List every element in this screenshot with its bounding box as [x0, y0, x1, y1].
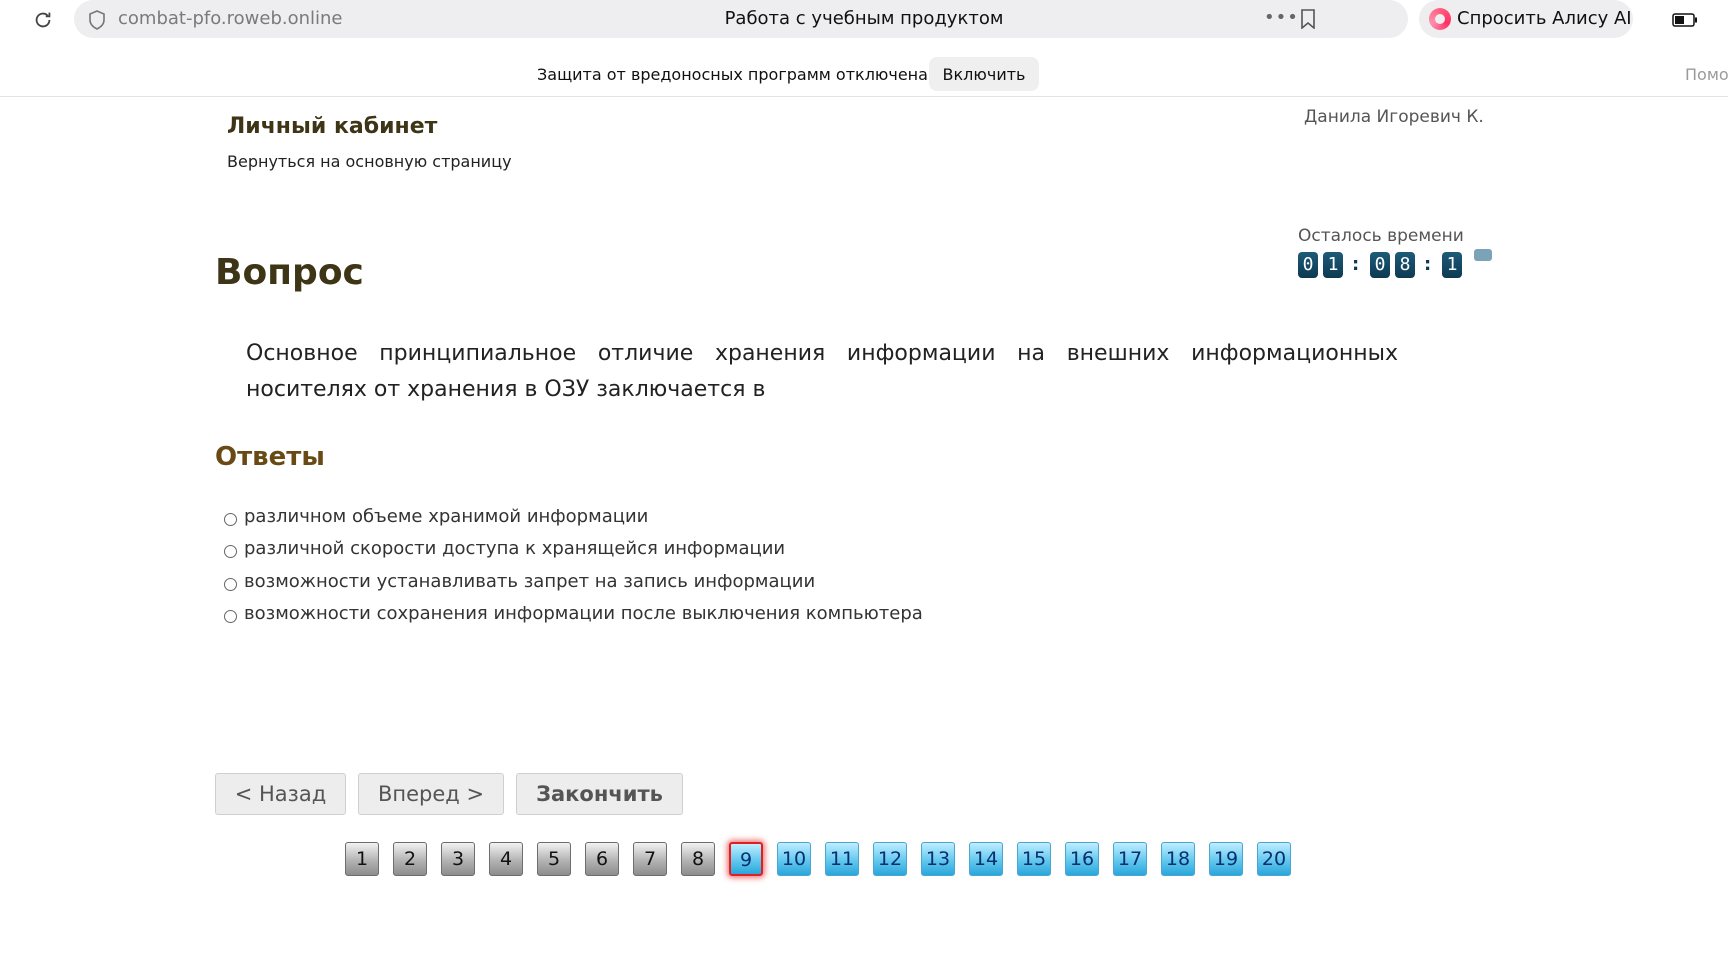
- question-text: Основное принципиальное отличие хранения…: [246, 341, 1398, 402]
- answer-label[interactable]: возможности устанавливать запрет на запи…: [244, 571, 815, 592]
- timer-digit: 0: [1370, 252, 1390, 278]
- account-title: Личный кабинет: [227, 114, 438, 139]
- timer-label: Осталось времени: [1298, 226, 1464, 246]
- security-notice-bar: Защита от вредоносных программ отключена…: [0, 52, 1728, 97]
- finish-button[interactable]: Закончить: [516, 773, 683, 815]
- page-button[interactable]: 7: [633, 842, 667, 876]
- page-button[interactable]: 6: [585, 842, 619, 876]
- notice-text: Защита от вредоносных программ отключена: [537, 65, 928, 84]
- page-button[interactable]: 20: [1257, 842, 1291, 876]
- ask-alice-button[interactable]: Спросить Алису AI: [1419, 0, 1633, 38]
- page-button[interactable]: 10: [777, 842, 811, 876]
- answer-label[interactable]: возможности сохранения информации после …: [244, 603, 923, 624]
- battery-icon: [1672, 12, 1698, 31]
- page-button[interactable]: 16: [1065, 842, 1099, 876]
- page-button[interactable]: 3: [441, 842, 475, 876]
- answer-label[interactable]: различном объеме хранимой информации: [244, 506, 648, 527]
- timer-digit: 8: [1395, 252, 1415, 278]
- question-heading: Вопрос: [215, 252, 364, 293]
- user-name: Данила Игоревич К.: [1304, 107, 1484, 127]
- more-icon[interactable]: •••: [1264, 7, 1299, 28]
- page-button-current[interactable]: 9: [729, 842, 763, 876]
- timer-digit: 1: [1442, 252, 1462, 278]
- enable-protection-button[interactable]: Включить: [929, 57, 1039, 91]
- page-button[interactable]: 17: [1113, 842, 1147, 876]
- timer-separator: :: [1424, 254, 1432, 275]
- timer-digit-rolling: [1474, 249, 1492, 261]
- page-button[interactable]: 12: [873, 842, 907, 876]
- page-button[interactable]: 15: [1017, 842, 1051, 876]
- help-link[interactable]: Помощь: [1685, 65, 1728, 84]
- bookmark-icon[interactable]: [1300, 9, 1316, 33]
- back-to-main-link[interactable]: Вернуться на основную страницу: [227, 152, 512, 171]
- answer-label[interactable]: различной скорости доступа к хранящейся …: [244, 538, 785, 559]
- page-button[interactable]: 14: [969, 842, 1003, 876]
- page-button[interactable]: 4: [489, 842, 523, 876]
- timer-separator: :: [1352, 254, 1360, 275]
- radio-button[interactable]: [224, 578, 237, 591]
- radio-button[interactable]: [224, 545, 237, 558]
- radio-button[interactable]: [224, 513, 237, 526]
- next-button[interactable]: Вперед >: [358, 773, 504, 815]
- ask-alice-label: Спросить Алису AI: [1457, 8, 1632, 29]
- radio-button[interactable]: [224, 610, 237, 623]
- page-button[interactable]: 8: [681, 842, 715, 876]
- page-button[interactable]: 13: [921, 842, 955, 876]
- back-button[interactable]: < Назад: [215, 773, 346, 815]
- page-button[interactable]: 5: [537, 842, 571, 876]
- browser-toolbar: combat-pfo.roweb.online Работа с учебным…: [0, 0, 1728, 40]
- page-button[interactable]: 18: [1161, 842, 1195, 876]
- page-button[interactable]: 11: [825, 842, 859, 876]
- timer-digit: 1: [1323, 252, 1343, 278]
- page-button[interactable]: 19: [1209, 842, 1243, 876]
- alice-logo-icon: [1429, 8, 1451, 30]
- page-button[interactable]: 1: [345, 842, 379, 876]
- page-button[interactable]: 2: [393, 842, 427, 876]
- answers-heading: Ответы: [215, 442, 325, 472]
- timer-digit: 0: [1298, 252, 1318, 278]
